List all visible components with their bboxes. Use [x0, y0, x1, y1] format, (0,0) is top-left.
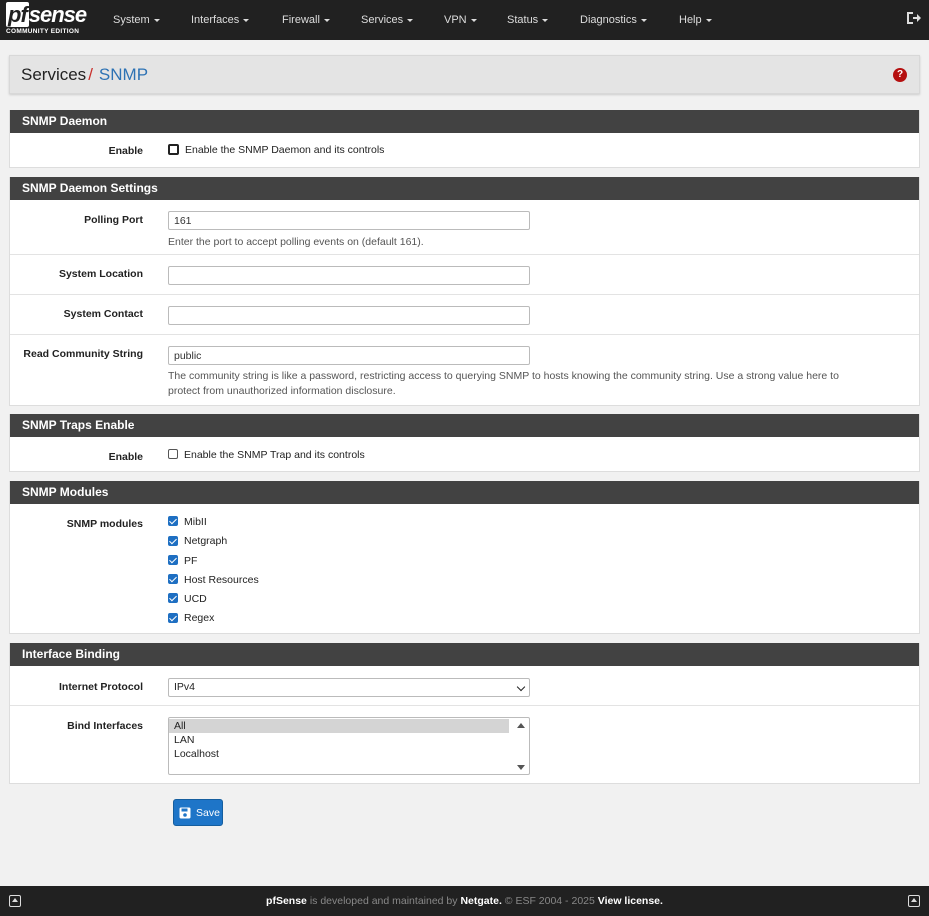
breadcrumb-current[interactable]: SNMP [99, 65, 148, 84]
nav-firewall[interactable]: Firewall [282, 0, 330, 40]
save-button[interactable]: Save [173, 799, 223, 826]
module-pf[interactable]: PF [168, 552, 259, 571]
panel-daemon-settings: SNMP Daemon Settings Polling Port 161 En… [9, 177, 920, 406]
snmp-modules-label: SNMP modules [66, 518, 143, 530]
enable-snmp-checkbox[interactable] [168, 143, 179, 155]
nav-status[interactable]: Status [507, 0, 549, 40]
bind-interfaces-label: Bind Interfaces [67, 720, 143, 732]
view-license-link[interactable]: View license. [598, 895, 663, 907]
caret-down-icon [705, 18, 712, 22]
module-netgraph[interactable]: Netgraph [168, 532, 259, 551]
system-contact-label: System Contact [63, 308, 143, 320]
caret-down-icon [542, 18, 549, 22]
module-host-resources[interactable]: Host Resources [168, 571, 259, 590]
footer-brand: pfSense [266, 895, 307, 907]
modules-list: MibII Netgraph PF Host Resources UCD Regex [168, 513, 259, 629]
module-checkbox[interactable] [168, 535, 178, 546]
expand-up-icon[interactable] [9, 895, 21, 907]
enable-label: Enable [108, 145, 143, 157]
scroll-down-icon[interactable] [517, 765, 525, 770]
listbox-scrollbar[interactable] [514, 719, 528, 773]
system-location-label: System Location [58, 268, 143, 280]
nav-system[interactable]: System [113, 0, 160, 40]
system-location-input[interactable] [168, 266, 530, 285]
scroll-up-icon[interactable] [517, 723, 525, 728]
panel-heading: SNMP Daemon Settings [10, 177, 919, 200]
polling-port-label: Polling Port [84, 214, 143, 226]
chevron-down-icon [516, 682, 526, 692]
nav-interfaces[interactable]: Interfaces [191, 0, 250, 40]
community-string-help: The community string is like a password,… [168, 370, 839, 397]
community-string-input[interactable]: public [168, 346, 530, 365]
nav-vpn[interactable]: VPN [444, 0, 477, 40]
footer: pfSense is developed and maintained by N… [0, 886, 929, 916]
community-string-label: Read Community String [23, 348, 143, 360]
caret-down-icon [407, 18, 414, 22]
netgate-link[interactable]: Netgate. [460, 895, 501, 907]
polling-port-help: Enter the port to accept polling events … [168, 236, 424, 248]
nav-services[interactable]: Services [361, 0, 414, 40]
bind-option-lan[interactable]: LAN [169, 733, 509, 747]
expand-up-icon[interactable] [908, 895, 920, 907]
bind-interfaces-listbox[interactable]: All LAN Localhost [168, 717, 530, 775]
caret-down-icon [243, 18, 250, 22]
module-checkbox[interactable] [168, 593, 178, 604]
traps-enable-label: Enable [108, 451, 143, 463]
breadcrumb-parent[interactable]: Services [21, 65, 86, 84]
panel-heading: SNMP Daemon [10, 110, 919, 133]
nav-help[interactable]: Help [679, 0, 712, 40]
system-contact-input[interactable] [168, 306, 530, 325]
breadcrumb: Services / SNMP [21, 65, 148, 85]
panel-interface-binding: Interface Binding Internet Protocol IPv4… [9, 643, 920, 784]
caret-down-icon [640, 18, 647, 22]
top-navbar: pfsense COMMUNITY EDITION System Interfac… [0, 0, 929, 40]
panel-snmp-modules: SNMP Modules SNMP modules MibII Netgraph P… [9, 481, 920, 634]
bind-option-all[interactable]: All [169, 719, 509, 733]
panel-heading: SNMP Traps Enable [10, 414, 919, 437]
pfsense-logo[interactable]: pfsense COMMUNITY EDITION [0, 0, 96, 40]
caret-down-icon [323, 18, 330, 22]
snmp-traps-enable[interactable]: Enable the SNMP Trap and its controls [168, 446, 365, 465]
bind-option-localhost[interactable]: Localhost [169, 747, 509, 761]
snmp-daemon-enable[interactable]: Enable the SNMP Daemon and its controls [168, 141, 384, 160]
panel-heading: SNMP Modules [10, 481, 919, 504]
enable-trap-checkbox[interactable] [168, 449, 178, 460]
module-checkbox[interactable] [168, 612, 178, 623]
logout-icon[interactable] [905, 10, 921, 26]
caret-down-icon [470, 18, 477, 22]
save-icon [179, 807, 191, 818]
page-header: Services / SNMP ? [9, 55, 920, 94]
question-circle-icon[interactable]: ? [893, 68, 907, 82]
caret-down-icon [153, 18, 160, 22]
panel-snmp-traps: SNMP Traps Enable Enable Enable the SNMP… [9, 414, 920, 472]
internet-protocol-label: Internet Protocol [58, 681, 143, 693]
breadcrumb-separator: / [88, 65, 93, 84]
module-checkbox[interactable] [168, 554, 178, 565]
module-mibii[interactable]: MibII [168, 513, 259, 532]
module-ucd[interactable]: UCD [168, 590, 259, 609]
panel-heading: Interface Binding [10, 643, 919, 666]
nav-diagnostics[interactable]: Diagnostics [580, 0, 647, 40]
module-regex[interactable]: Regex [168, 609, 259, 628]
internet-protocol-select[interactable]: IPv4 [168, 678, 530, 697]
panel-snmp-daemon: SNMP Daemon Enable Enable the SNMP Daemo… [9, 110, 920, 168]
polling-port-input[interactable]: 161 [168, 211, 530, 230]
module-checkbox[interactable] [168, 516, 178, 527]
module-checkbox[interactable] [168, 574, 178, 585]
